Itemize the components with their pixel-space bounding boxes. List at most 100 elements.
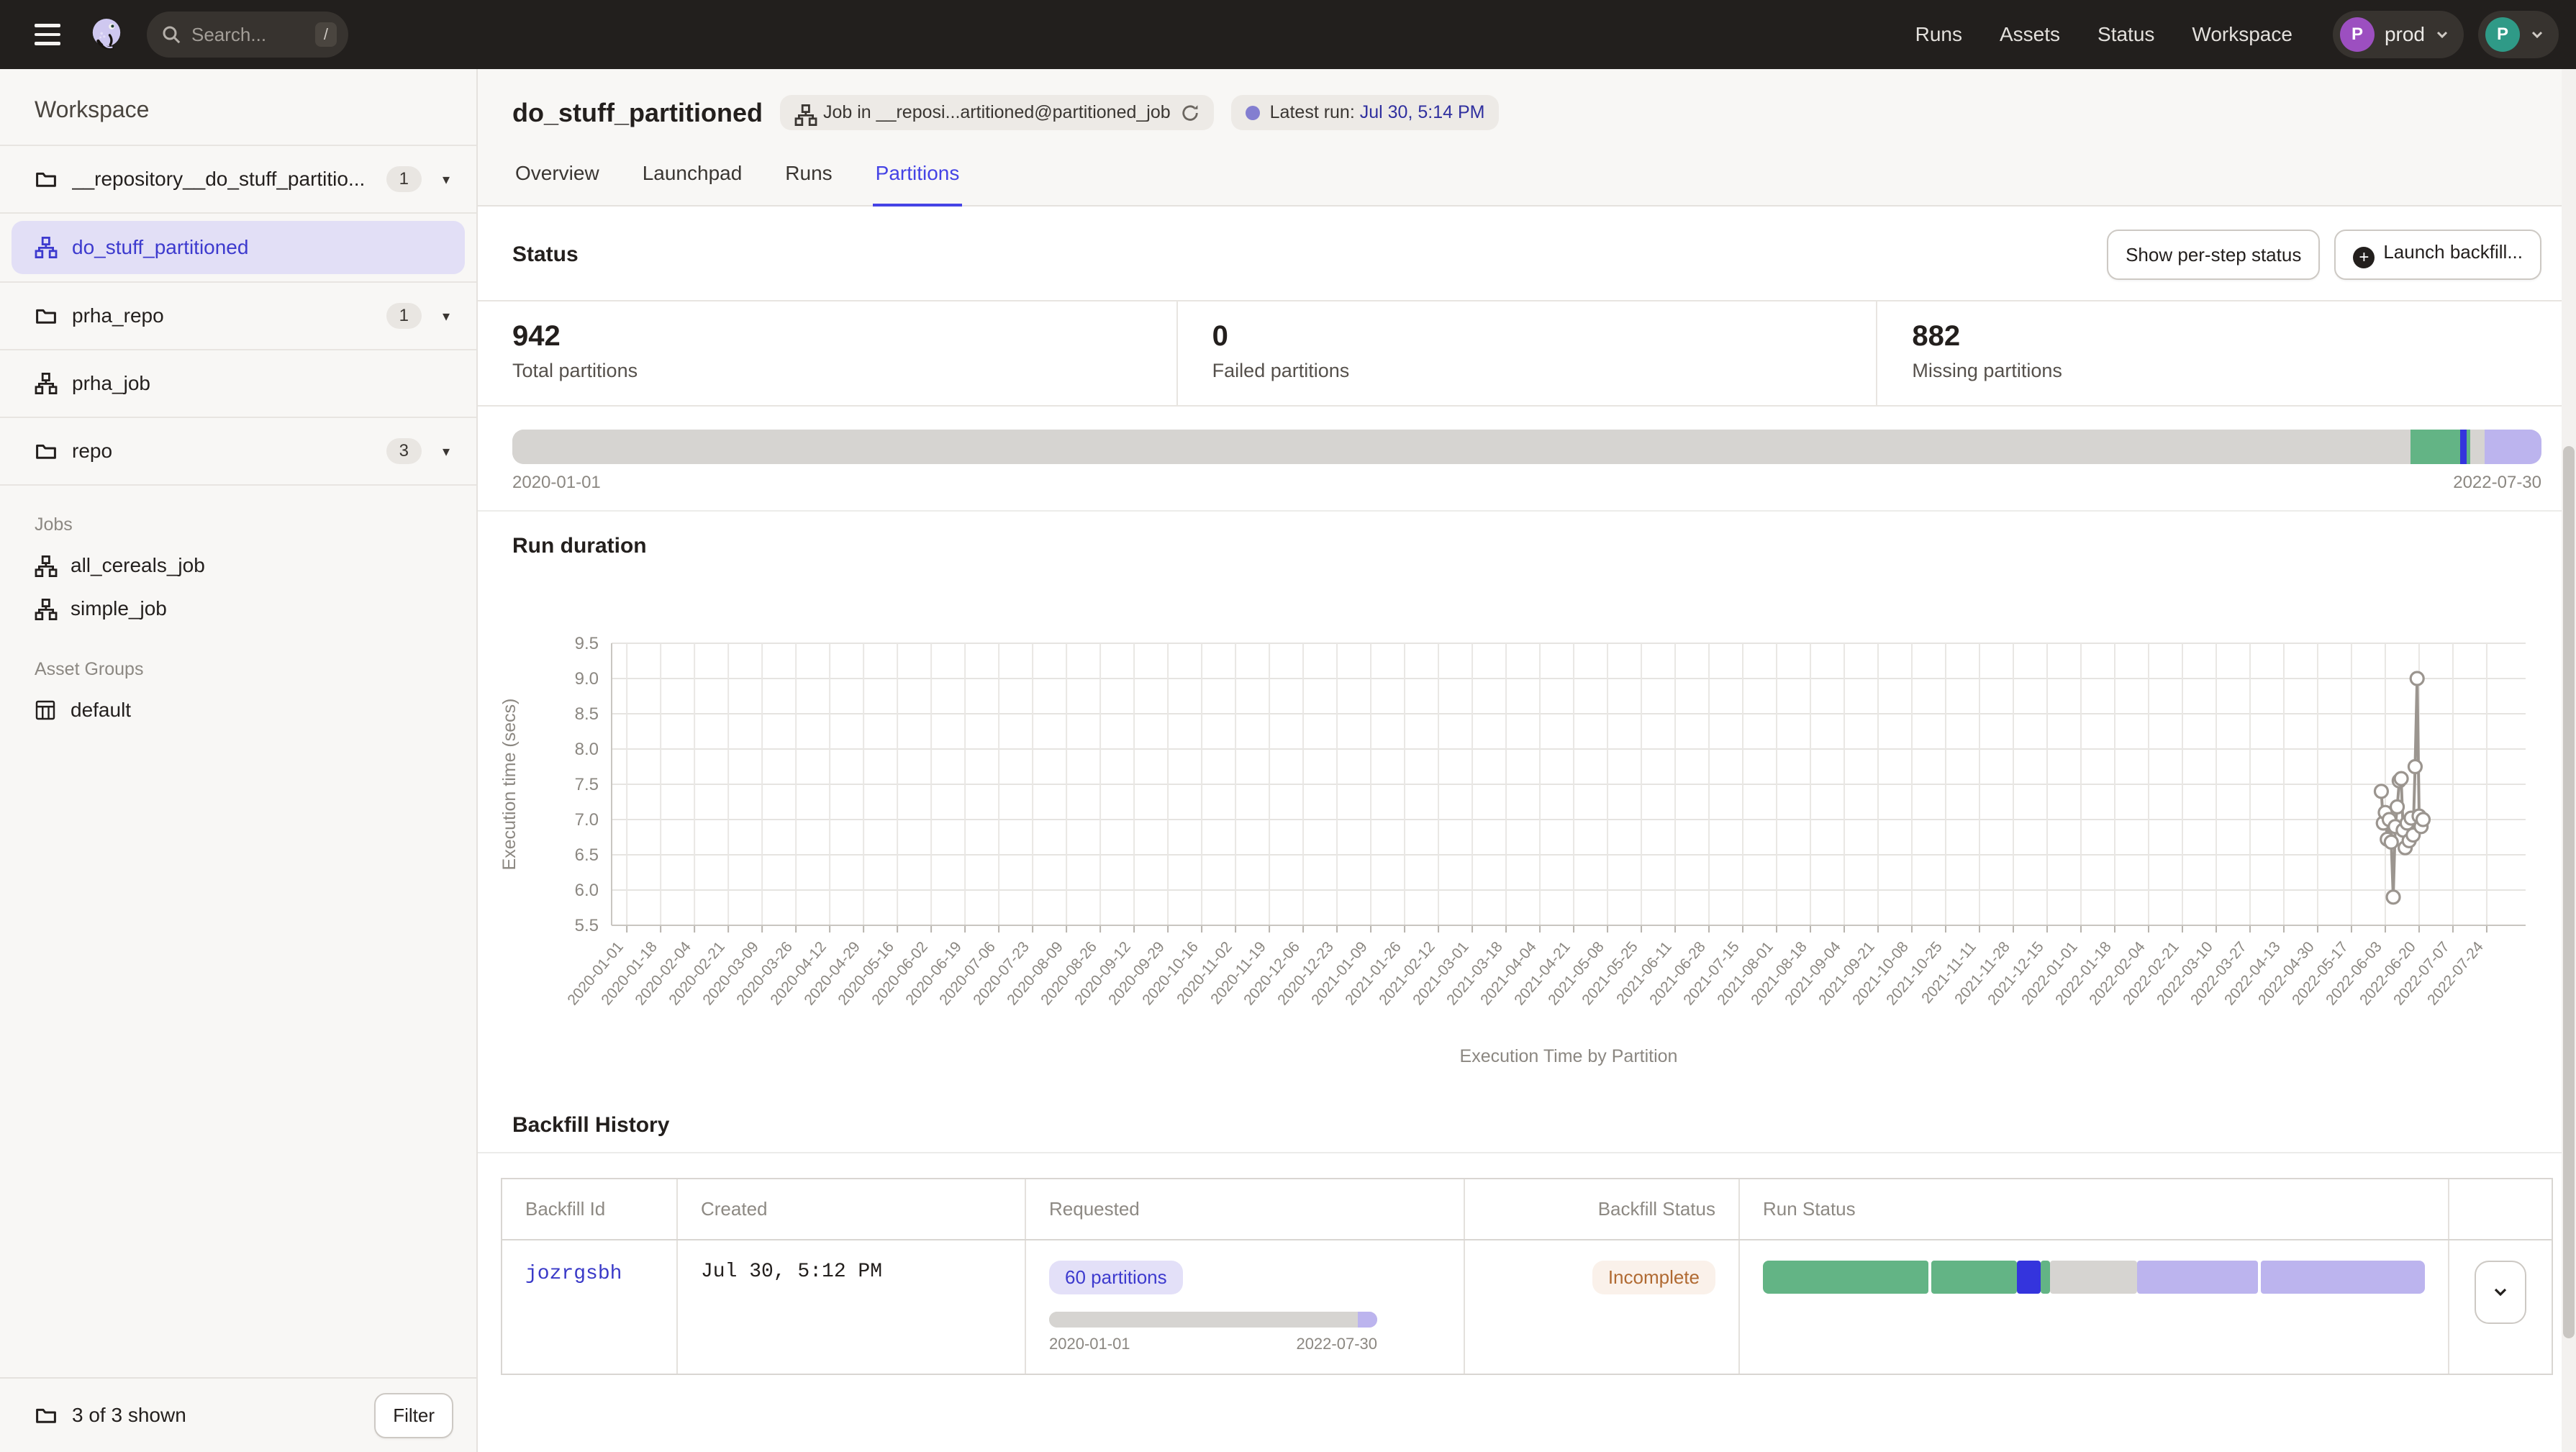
reload-icon[interactable] — [1181, 104, 1199, 122]
bar-segment — [2050, 1261, 2137, 1294]
backfill-history-header: Backfill History — [478, 1091, 2576, 1152]
partition-status-bar[interactable] — [512, 430, 2541, 464]
job-icon — [35, 236, 58, 259]
column-header-requested: Requested — [1026, 1179, 1465, 1239]
tab-overview[interactable]: Overview — [512, 162, 602, 207]
job-origin-tag: Job in __reposi...artitioned@partitioned… — [780, 95, 1214, 130]
launch-backfill-button[interactable]: +Launch backfill... — [2334, 230, 2541, 280]
nav-link-assets[interactable]: Assets — [2000, 23, 2060, 46]
workspace-sidebar: Workspace __repository__do_stuff_partiti… — [0, 69, 478, 1452]
dagster-app: / Runs Assets Status Workspace P prod P Wor… — [0, 0, 2576, 1452]
bar-segment — [1931, 1261, 2017, 1294]
repo-count-summary: 3 of 3 shown — [72, 1404, 360, 1427]
latest-run-link[interactable]: Jul 30, 5:14 PM — [1360, 102, 1485, 122]
status-section-header: Status Show per-step status +Launch back… — [478, 207, 2576, 300]
folder-icon — [35, 168, 58, 191]
backfill-row: jozrgsbh Jul 30, 5:12 PM 60 partitions 2020… — [502, 1240, 2552, 1374]
backfill-created: Jul 30, 5:12 PM — [678, 1240, 1026, 1374]
expand-caret-icon[interactable]: ▾ — [436, 171, 456, 189]
sidebar-item-default[interactable]: default — [0, 689, 476, 732]
svg-text:7.0: 7.0 — [575, 810, 599, 830]
job-tabs: Overview Launchpad Runs Partitions — [478, 162, 2576, 207]
sidebar-item-__repository__do_stuff_partitio...[interactable]: __repository__do_stuff_partitio...1▾ — [0, 146, 476, 214]
column-header-backfill-id: Backfill Id — [502, 1179, 678, 1239]
bar-segment — [2041, 1261, 2050, 1294]
scrollbar-thumb[interactable] — [2563, 446, 2575, 1338]
bar-segment — [2017, 1261, 2041, 1294]
user-avatar: P — [2485, 17, 2520, 52]
menu-icon[interactable] — [26, 13, 69, 56]
bar-segment — [2261, 1261, 2425, 1294]
partition-stats: 942Total partitions0Failed partitions882… — [478, 300, 2576, 407]
sidebar-item-all_cereals_job[interactable]: all_cereals_job — [0, 544, 476, 587]
sidebar-item-repo[interactable]: repo3▾ — [0, 418, 476, 486]
partition-range-end: 2022-07-30 — [2453, 473, 2541, 493]
job-icon — [35, 372, 58, 395]
job-origin-link[interactable]: __reposi...artitioned@partitioned_job — [876, 102, 1171, 122]
bar-segment — [2470, 430, 2485, 464]
sidebar-item-simple_job[interactable]: simple_job — [0, 587, 476, 630]
partition-status-bar-section: 2020-01-01 2022-07-30 — [478, 407, 2576, 510]
nav-link-status[interactable]: Status — [2097, 23, 2154, 46]
show-per-step-status-button[interactable]: Show per-step status — [2107, 230, 2320, 280]
nav-link-runs[interactable]: Runs — [1915, 23, 1962, 46]
folder-icon — [35, 1404, 58, 1427]
item-count-badge: 1 — [386, 303, 422, 329]
search-input[interactable] — [191, 24, 315, 46]
job-icon — [35, 555, 56, 576]
run-duration-heading: Run duration — [512, 534, 647, 558]
run-duration-chart: 5.56.06.57.07.58.08.59.09.52020-01-01202… — [492, 616, 2576, 1091]
main-content: do_stuff_partitioned Job in __reposi...a… — [478, 69, 2576, 1452]
page-title: do_stuff_partitioned — [512, 98, 763, 128]
requested-range-start: 2020-01-01 — [1049, 1335, 1130, 1353]
top-navbar: / Runs Assets Status Workspace P prod P — [0, 0, 2576, 69]
user-menu[interactable]: P — [2478, 11, 2559, 58]
sidebar-item-prha_repo[interactable]: prha_repo1▾ — [0, 283, 476, 350]
tab-runs[interactable]: Runs — [782, 162, 835, 207]
tab-partitions[interactable]: Partitions — [873, 162, 963, 207]
column-header-created: Created — [678, 1179, 1026, 1239]
filter-button[interactable]: Filter — [374, 1393, 453, 1438]
job-icon — [794, 104, 813, 122]
partition-range-start: 2020-01-01 — [512, 473, 601, 493]
svg-text:5.5: 5.5 — [575, 916, 599, 935]
sidebar-item-prha_job[interactable]: prha_job — [0, 350, 476, 418]
plus-circle-icon: + — [2353, 247, 2375, 268]
run-status-dot-icon — [1246, 106, 1260, 120]
bar-segment — [2460, 430, 2467, 464]
latest-run-tag: Latest run: Jul 30, 5:14 PM — [1231, 95, 1500, 130]
tab-launchpad[interactable]: Launchpad — [640, 162, 745, 207]
search-shortcut-key: / — [315, 22, 337, 47]
stat-missing-partitions: 882Missing partitions — [1877, 301, 2576, 405]
bar-segment — [2485, 430, 2541, 464]
item-count-badge: 3 — [386, 438, 422, 464]
deployment-switcher[interactable]: P prod — [2333, 11, 2464, 58]
grid-icon — [35, 699, 56, 721]
sidebar-item-do_stuff_partitioned[interactable]: do_stuff_partitioned — [12, 221, 465, 274]
sidebar-title: Workspace — [0, 69, 476, 145]
backfill-id-link[interactable]: jozrgsbh — [525, 1263, 622, 1285]
page-scrollbar[interactable] — [2562, 69, 2576, 1452]
run-status-bar[interactable] — [1763, 1261, 2425, 1294]
chevron-down-icon — [2492, 1284, 2509, 1301]
dagster-logo-icon[interactable] — [86, 14, 127, 55]
stat-total-partitions: 942Total partitions — [478, 301, 1178, 405]
bar-segment — [1763, 1261, 1928, 1294]
expand-row-button[interactable] — [2475, 1261, 2526, 1324]
column-header-actions — [2449, 1179, 2552, 1239]
nav-link-workspace[interactable]: Workspace — [2192, 23, 2292, 46]
svg-text:Execution Time by Partition: Execution Time by Partition — [1460, 1046, 1678, 1066]
svg-text:9.0: 9.0 — [575, 669, 599, 689]
bar-segment — [1049, 1312, 1358, 1328]
expand-caret-icon[interactable]: ▾ — [436, 443, 456, 460]
requested-partitions-tag[interactable]: 60 partitions — [1049, 1261, 1183, 1294]
sidebar-footer: 3 of 3 shown Filter — [0, 1377, 476, 1452]
svg-text:6.5: 6.5 — [575, 845, 599, 865]
column-header-backfill-status: Backfill Status — [1465, 1179, 1740, 1239]
requested-progress-bar — [1049, 1312, 1377, 1328]
expand-caret-icon[interactable]: ▾ — [436, 307, 456, 325]
bar-segment — [2137, 1261, 2258, 1294]
backfill-status-badge: Incomplete — [1592, 1261, 1715, 1294]
svg-text:7.5: 7.5 — [575, 775, 599, 794]
section-label-jobs: Jobs — [0, 486, 476, 544]
